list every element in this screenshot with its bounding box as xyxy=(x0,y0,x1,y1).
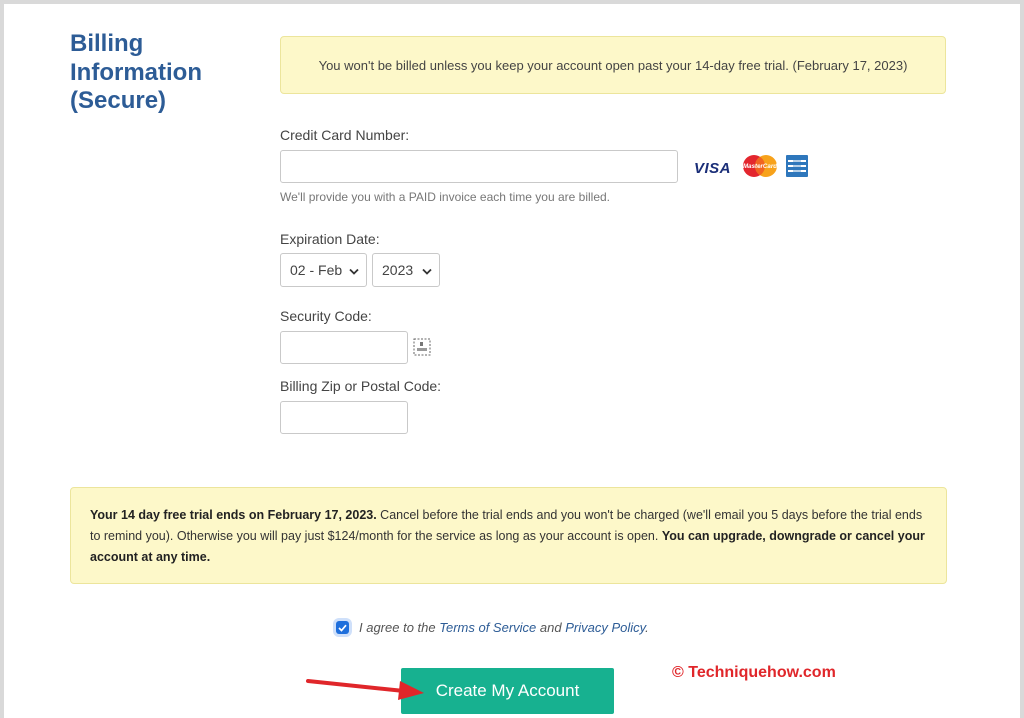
expiration-month-value: 02 - Feb xyxy=(290,262,343,278)
page-frame: Billing Information (Secure) You won't b… xyxy=(0,0,1024,718)
check-icon xyxy=(338,624,347,632)
cvv-help-icon[interactable] xyxy=(413,338,431,361)
expiration-month-select[interactable]: 02 - Feb xyxy=(280,253,367,287)
agree-suffix: . xyxy=(645,620,649,635)
visa-icon: VISA xyxy=(694,160,732,177)
agree-prefix: I agree to the xyxy=(359,620,440,635)
security-code-label: Security Code: xyxy=(280,308,372,324)
section-title: Billing Information (Secure) xyxy=(70,30,202,114)
agree-checkbox[interactable] xyxy=(336,621,349,634)
agree-text: I agree to the Terms of Service and Priv… xyxy=(359,620,649,635)
chevron-down-icon xyxy=(422,262,432,278)
security-code-input[interactable] xyxy=(280,331,408,364)
agree-and: and xyxy=(536,620,566,635)
expiration-year-select[interactable]: 2023 xyxy=(372,253,440,287)
credit-card-input[interactable] xyxy=(280,150,678,183)
expiration-label: Expiration Date: xyxy=(280,231,380,247)
amex-icon xyxy=(786,155,809,182)
credit-card-label: Credit Card Number: xyxy=(280,127,410,143)
create-account-button[interactable]: Create My Account xyxy=(401,668,614,714)
privacy-policy-link[interactable]: Privacy Policy xyxy=(565,620,645,635)
mastercard-icon: MasterCard xyxy=(740,154,780,183)
accepted-cards: VISA MasterCard xyxy=(694,154,809,183)
zip-label: Billing Zip or Postal Code: xyxy=(280,378,442,394)
chevron-down-icon xyxy=(349,262,359,278)
trial-end-date-text: Your 14 day free trial ends on February … xyxy=(90,508,377,522)
expiration-year-value: 2023 xyxy=(382,262,414,278)
watermark: © Techniquehow.com xyxy=(672,664,836,681)
agreement-row: I agree to the Terms of Service and Priv… xyxy=(336,620,649,635)
terms-of-service-link[interactable]: Terms of Service xyxy=(439,620,536,635)
mastercard-text: MasterCard xyxy=(743,163,777,170)
red-arrow-icon xyxy=(304,676,424,705)
trial-notice-top-text: You won't be billed unless you keep your… xyxy=(318,57,908,73)
trial-notice-bottom: Your 14 day free trial ends on February … xyxy=(70,487,947,584)
trial-notice-top: You won't be billed unless you keep your… xyxy=(280,36,946,94)
zip-input[interactable] xyxy=(280,401,408,434)
credit-card-hint: We'll provide you with a PAID invoice ea… xyxy=(280,190,611,204)
